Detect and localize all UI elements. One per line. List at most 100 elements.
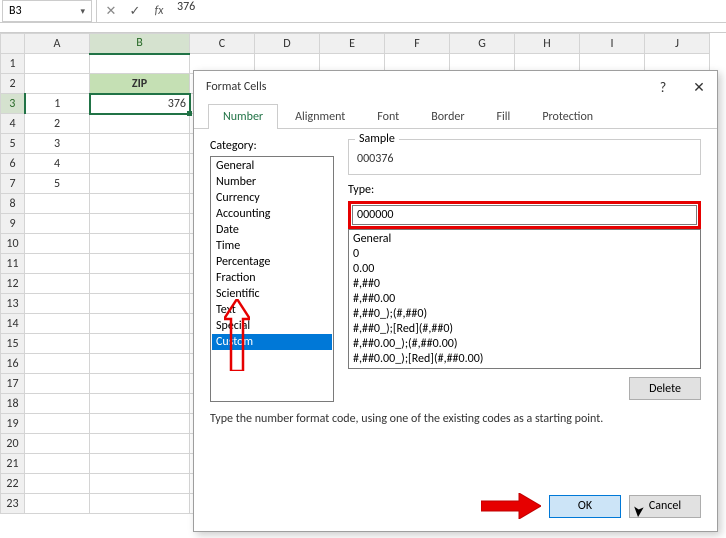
cell[interactable] [90,234,190,254]
cell[interactable] [25,54,90,74]
fx-icon[interactable]: fx [147,0,171,22]
row-header[interactable]: 13 [1,294,25,314]
row-header[interactable]: 6 [1,154,25,174]
close-button[interactable]: ✕ [681,71,717,103]
format-item[interactable]: General [353,232,696,247]
type-input[interactable] [352,205,697,225]
category-item[interactable]: Time [212,238,332,254]
cell[interactable] [25,214,90,234]
format-item[interactable]: #,##0 [353,277,696,292]
column-header[interactable]: C [190,34,255,54]
row-header[interactable]: 7 [1,174,25,194]
row-header[interactable]: 9 [1,214,25,234]
row-header[interactable]: 15 [1,334,25,354]
cell[interactable] [90,134,190,154]
row-header[interactable]: 10 [1,234,25,254]
name-box-dropdown-icon[interactable]: ▾ [80,6,85,17]
tab-protection[interactable]: Protection [527,104,608,129]
cell[interactable] [25,314,90,334]
tab-alignment[interactable]: Alignment [280,104,360,129]
row-header[interactable]: 23 [1,494,25,514]
row-header[interactable]: 18 [1,394,25,414]
format-item[interactable]: #,##0_);(#,##0) [353,307,696,322]
cell[interactable] [90,274,190,294]
cell[interactable] [90,434,190,454]
cell[interactable] [90,114,190,134]
category-item[interactable]: Percentage [212,254,332,270]
cell[interactable] [90,374,190,394]
cell[interactable] [90,214,190,234]
cell[interactable] [90,54,190,74]
cell[interactable] [90,294,190,314]
cancel-entry-icon[interactable]: ✕ [99,0,123,22]
category-item[interactable]: General [212,158,332,174]
cell[interactable] [25,474,90,494]
column-header[interactable]: B [90,34,190,54]
row-header[interactable]: 2 [1,74,25,94]
row-header[interactable]: 21 [1,454,25,474]
format-item[interactable]: #,##0.00_);(#,##0.00) [353,337,696,352]
cell[interactable] [25,454,90,474]
category-item[interactable]: Currency [212,190,332,206]
format-item[interactable]: #,##0_);[Red](#,##0) [353,322,696,337]
row-header[interactable]: 17 [1,374,25,394]
cell[interactable]: 3 [25,134,90,154]
delete-button[interactable]: Delete [629,377,701,400]
cell[interactable] [25,334,90,354]
cell[interactable] [90,154,190,174]
cell[interactable] [25,414,90,434]
cell[interactable] [90,494,190,514]
column-header[interactable]: G [450,34,515,54]
row-header[interactable]: 19 [1,414,25,434]
row-header[interactable]: 3 [1,94,25,114]
cell[interactable] [25,194,90,214]
dialog-titlebar[interactable]: Format Cells ? ✕ [194,71,717,103]
row-header[interactable]: 20 [1,434,25,454]
format-item[interactable]: #,##0.00 [353,292,696,307]
format-item[interactable]: $#,##0_);($#,##0) [353,367,696,369]
row-header[interactable]: 14 [1,314,25,334]
cell[interactable] [25,354,90,374]
cell[interactable]: 5 [25,174,90,194]
column-header[interactable]: E [320,34,385,54]
formula-input[interactable]: 376 [171,0,726,22]
cell[interactable] [25,374,90,394]
cell[interactable] [90,354,190,374]
help-button[interactable]: ? [645,71,681,103]
cell[interactable] [25,394,90,414]
column-header[interactable]: D [255,34,320,54]
row-header[interactable]: 8 [1,194,25,214]
cell[interactable] [90,454,190,474]
cell[interactable] [90,194,190,214]
cell[interactable] [25,294,90,314]
cell[interactable] [90,414,190,434]
category-item[interactable]: Number [212,174,332,190]
row-header[interactable]: 5 [1,134,25,154]
name-box[interactable]: B3 ▾ [2,0,92,22]
cell[interactable] [25,434,90,454]
format-listbox[interactable]: General00.00#,##0#,##0.00#,##0_);(#,##0)… [348,229,701,369]
row-header[interactable]: 11 [1,254,25,274]
cell[interactable]: 2 [25,114,90,134]
cell[interactable] [25,74,90,94]
row-header[interactable]: 1 [1,54,25,74]
tab-font[interactable]: Font [362,104,414,129]
cell[interactable]: 376 [90,94,190,114]
column-header[interactable]: H [515,34,580,54]
tab-border[interactable]: Border [416,104,479,129]
cell[interactable]: 1 [25,94,90,114]
format-item[interactable]: 0.00 [353,262,696,277]
tab-number[interactable]: Number [208,104,278,129]
row-header[interactable]: 22 [1,474,25,494]
column-header[interactable]: F [385,34,450,54]
cell[interactable]: ZIP [90,74,190,94]
format-item[interactable]: #,##0.00_);[Red](#,##0.00) [353,352,696,367]
cell[interactable] [90,174,190,194]
cell[interactable] [25,494,90,514]
cell[interactable] [25,234,90,254]
category-item[interactable]: Fraction [212,270,332,286]
row-header[interactable]: 4 [1,114,25,134]
column-header[interactable]: A [25,34,90,54]
row-header[interactable]: 16 [1,354,25,374]
category-item[interactable]: Date [212,222,332,238]
